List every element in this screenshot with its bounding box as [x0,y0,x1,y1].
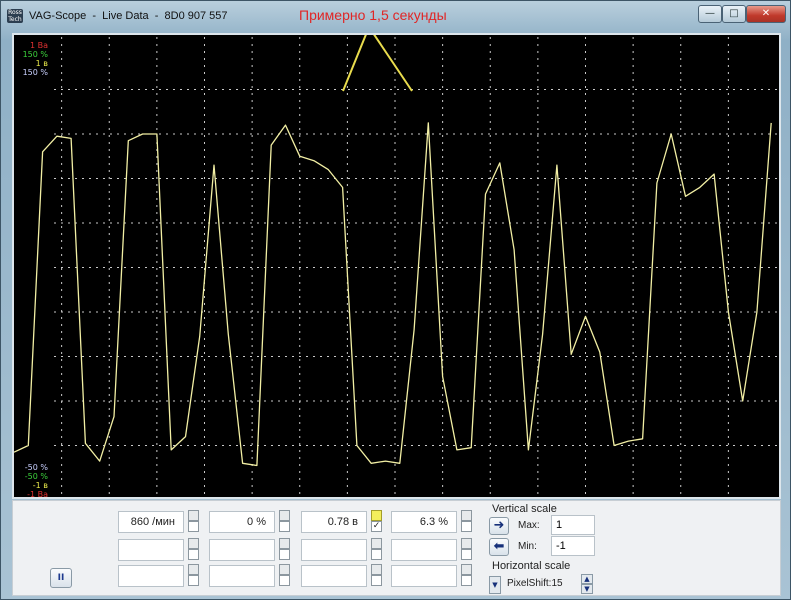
timing-annotation: Примерно 1,5 секунды [299,7,447,23]
channel-checkbox[interactable] [461,521,472,532]
channel-value-field [391,539,457,561]
channel-indicator [188,510,199,521]
pause-button[interactable]: II [50,568,72,588]
y-axis-label: -1 в [32,481,48,490]
y-axis-label: -1 Ва [27,490,48,499]
channel-indicator [461,538,472,549]
channel-checkbox[interactable] [371,549,382,560]
y-axis-label: -50 % [24,472,48,481]
spin-up-icon[interactable]: ▲ [581,574,593,584]
channel-indicator [371,510,382,521]
y-axis-label: 150 % [22,50,48,59]
channel-value-field [301,539,367,561]
channel-checkbox[interactable] [461,575,472,586]
channel-checkbox[interactable] [279,575,290,586]
max-value-field[interactable]: 1 [551,515,595,535]
channel-value-field [391,565,457,587]
close-button[interactable]: ✕ [746,5,786,23]
annotation-marker [342,35,413,92]
y-axis-label: 1 Ва [29,41,48,50]
channel-value-field [209,565,275,587]
pixel-shift-label: PixelShift:15 [507,578,563,589]
min-label: Min: [518,541,537,552]
channel-checkbox[interactable] [279,549,290,560]
maximize-button[interactable]: □ [722,5,746,23]
channel-checkbox[interactable] [279,521,290,532]
channel-value-field: 6.3 % [391,511,457,533]
spin-down-icon[interactable]: ▼ [581,584,593,594]
channel-indicator [188,564,199,575]
channel-value-field [118,539,184,561]
vertical-scale-label: Vertical scale [492,503,557,515]
channel-checkbox[interactable] [461,549,472,560]
app-icon: Ross Tech [7,9,23,23]
channel-value-field: 0 % [209,511,275,533]
scroll-down-icon[interactable]: ▼ [489,576,501,594]
channel-indicator [461,510,472,521]
channel-value-field [118,565,184,587]
horizontal-scale-label: Horizontal scale [492,560,571,572]
channel-indicator [279,564,290,575]
channel-indicator [371,564,382,575]
channel-checkbox[interactable]: ✓ [371,521,382,532]
channel-value-field [209,539,275,561]
waveform-trace [14,122,772,467]
max-label: Max: [518,520,540,531]
scope-plot [14,35,777,495]
channel-value-field: 860 /мин [118,511,184,533]
vag-scope-window: Ross Tech VAG-Scope - Live Data - 8D0 90… [0,0,791,600]
channel-checkbox[interactable] [188,575,199,586]
minimize-button[interactable]: — [698,5,722,23]
channel-checkbox[interactable] [188,521,199,532]
channel-indicator [188,538,199,549]
channel-indicator [279,538,290,549]
control-panel: 860 /мин 0 % 0.78 в ✓ 6.3 % II Vertical scal… [12,500,781,596]
channel-checkbox[interactable] [188,549,199,560]
arrow-left-icon[interactable]: ⬅ [489,538,509,556]
y-axis-label: 1 в [35,59,48,68]
window-title: VAG-Scope - Live Data - 8D0 907 557 [29,10,228,22]
min-value-field[interactable]: -1 [551,536,595,556]
channel-indicator [371,538,382,549]
channel-indicator [461,564,472,575]
arrow-right-icon[interactable]: ➜ [489,517,509,535]
channel-checkbox[interactable] [371,575,382,586]
channel-value-field [301,565,367,587]
y-axis-label: 150 % [22,68,48,77]
y-axis-label: -50 % [24,463,48,472]
channel-value-field: 0.78 в [301,511,367,533]
title-bar: Ross Tech VAG-Scope - Live Data - 8D0 90… [1,1,790,31]
channel-indicator [279,510,290,521]
oscilloscope-display: 1 Ва 150 % 1 в 150 % -50 % -50 % -1 в -1 Ва [12,33,781,499]
